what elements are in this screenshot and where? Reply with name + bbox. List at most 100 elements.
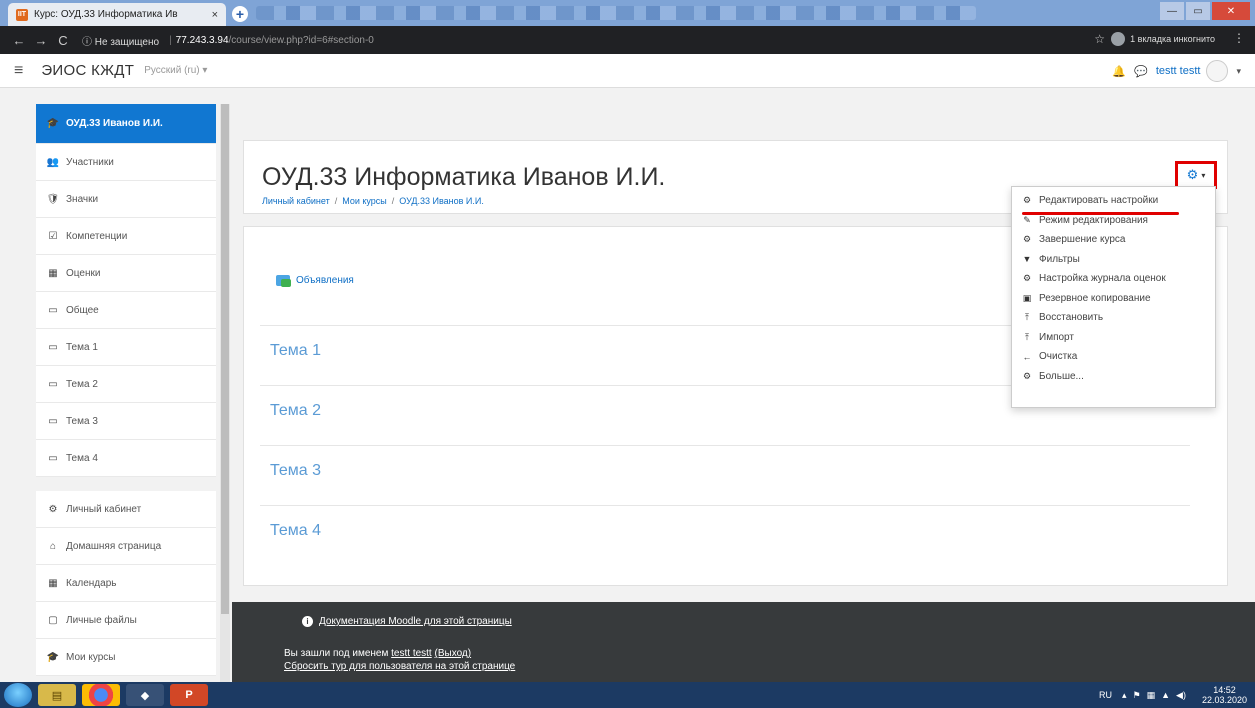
security-indicator[interactable]: ⓘ Не защищено [82,33,159,48]
app-icon[interactable]: ◆ [126,684,164,706]
bell-icon[interactable]: 🔔 [1112,65,1126,78]
info-icon: i [302,616,313,627]
drawer-item-2[interactable]: 🛡 Значки [36,181,216,218]
reset-tour-row: Сбросить тур для пользователя на этой ст… [284,661,515,672]
drawer-item-4[interactable]: ▦ Оценки [36,255,216,292]
url-host: 77.243.3.94 [175,34,229,46]
drawer-site-item-label: Личный кабинет [66,503,142,515]
drawer-item-label: Значки [66,193,99,205]
reset-tour-link[interactable]: Сбросить тур для пользователя на этой ст… [284,661,515,672]
drawer-scrollbar[interactable] [220,104,230,684]
flag-icon[interactable]: ⚑ [1133,690,1141,701]
user-menu-name[interactable]: testt testt [1156,65,1201,77]
breadcrumb-my-courses[interactable]: Мои курсы [342,196,387,206]
announcements-link[interactable]: Объявления [276,275,354,287]
drawer-item-9[interactable]: ▭ Тема 4 [36,440,216,477]
browser-tab[interactable]: IIT Курс: ОУД.33 Информатика Ив × [8,3,226,26]
clock[interactable]: 14:52 22.03.2020 [1202,685,1247,705]
breadcrumb-separator: / [391,196,395,206]
address-field[interactable]: ⓘ Не защищено | 77.243.3.94 /course/view… [82,33,374,48]
new-tab-button[interactable]: + [232,6,248,22]
clock-time: 14:52 [1213,685,1236,695]
maximize-button[interactable]: ▭ [1186,2,1210,20]
tab-title: Курс: ОУД.33 Информатика Ив [34,9,178,20]
drawer-item-6[interactable]: ▭ Тема 1 [36,329,216,366]
volume-icon[interactable]: ◀) [1176,690,1186,701]
browser-menu-icon[interactable]: ⋮ [1233,31,1245,45]
gear-icon: ⚙ [1022,195,1032,206]
breadcrumb-dashboard[interactable]: Личный кабинет [262,196,330,206]
avatar[interactable] [1206,60,1229,82]
drawer-site-item-5[interactable]: 🎓 Мои курсы [36,639,216,676]
language-indicator[interactable]: RU [1099,690,1112,700]
menu-item-7[interactable]: ⤒ Восстановить [1012,308,1215,328]
logged-in-prefix: Вы зашли под именем [284,648,392,659]
menu-item-8[interactable]: ⤒ Импорт [1012,328,1215,348]
import-icon: ⤒ [1025,331,1029,342]
drawer-item-label: Общее [66,304,99,316]
network-icon[interactable]: ▦ [1147,690,1156,701]
language-selector[interactable]: Русский (ru) ▾ [144,65,207,76]
tray-expand-icon[interactable]: ▴ [1122,690,1127,701]
chrome-icon[interactable] [82,684,120,706]
drawer-site-item-3[interactable]: ▦ Календарь [36,565,216,602]
user-nav: 🔔 💬 testt testt ▾ [1112,60,1241,82]
folder-icon: ▭ [48,341,58,353]
minimize-button[interactable]: — [1160,2,1184,20]
message-icon[interactable]: 💬 [1134,65,1148,78]
menu-item-3[interactable]: ⚙ Завершение курса [1012,230,1215,250]
folder-icon: ▭ [48,452,58,464]
section-title[interactable]: Тема 4 [270,522,321,540]
scrollbar-thumb[interactable] [221,104,229,614]
gear-icon: ⚙ [1022,370,1032,381]
drawer-item-8[interactable]: ▭ Тема 3 [36,403,216,440]
reload-button[interactable]: C [52,33,74,48]
drawer-item-3[interactable]: ☑ Компетенции [36,218,216,255]
section-title[interactable]: Тема 3 [270,462,321,480]
course-actions-menu: ⚙ Редактировать настройки ✎ Режим редактиро… [1011,186,1216,408]
powerpoint-icon[interactable]: P [170,684,208,706]
signal-icon[interactable]: ▲ [1161,690,1170,700]
course-actions-button[interactable]: ⚙ ▾ [1175,161,1217,189]
drawer-site-item-2[interactable]: ⌂ Домашняя страница [36,528,216,565]
menu-item-10[interactable]: ⚙ Больше... [1012,367,1215,387]
section-title[interactable]: Тема 2 [270,402,321,420]
moodle-docs-link[interactable]: Документация Moodle для этой страницы [319,616,512,627]
drawer-site-item-1[interactable]: ⚙ Личный кабинет [36,491,216,528]
announcements-label: Объявления [296,275,354,286]
drawer-item-1[interactable]: 👥 Участники [36,144,216,181]
gear-icon: ⚙ [1186,167,1199,182]
logout-link[interactable]: (Выход) [435,648,472,659]
menu-item-label: Редактировать настройки [1039,195,1159,207]
drawer-site-item-4[interactable]: ▢ Личные файлы [36,602,216,639]
menu-item-6[interactable]: ▣ Резервное копирование [1012,289,1215,309]
incognito-indicator[interactable]: 1 вкладка инкогнито [1111,32,1215,46]
file-explorer-icon[interactable]: ▤ [38,684,76,706]
menu-item-9[interactable]: ← Очистка [1012,347,1215,367]
system-tray: RU ▴ ⚑ ▦ ▲ ◀) 14:52 22.03.2020 [1099,685,1247,705]
breadcrumb-separator: / [334,196,338,206]
back-button[interactable]: ← [8,33,30,48]
hamburger-menu-icon[interactable]: ≡ [14,62,23,80]
site-brand[interactable]: ЭИОС КЖДТ [41,62,134,79]
start-button[interactable] [4,683,32,707]
drawer-item-5[interactable]: ▭ Общее [36,292,216,329]
drawer-item-label: Участники [66,156,114,168]
window-close-button[interactable]: ✕ [1212,2,1250,20]
menu-item-1[interactable]: ⚙ Редактировать настройки [1012,191,1215,211]
caret-down-icon[interactable]: ▾ [1236,66,1241,77]
tab-close-icon[interactable]: × [212,9,218,21]
dashboard-icon: ⚙ [48,503,58,515]
drawer-item-7[interactable]: ▭ Тема 2 [36,366,216,403]
menu-item-4[interactable]: ▼ Фильтры [1012,250,1215,270]
bookmark-star-icon[interactable]: ☆ [1094,32,1105,46]
section-title[interactable]: Тема 1 [270,342,321,360]
drawer-item-course[interactable]: 🎓 ОУД.33 Иванов И.И. [36,104,216,144]
forward-button[interactable]: → [30,33,52,48]
badge-icon: 🛡 [46,193,60,205]
profile-link[interactable]: testt testt [391,648,432,659]
drawer-site-item-label: Домашняя страница [66,540,162,552]
drawer-item-label: Тема 2 [66,378,98,390]
menu-item-5[interactable]: ⚙ Настройка журнала оценок [1012,269,1215,289]
breadcrumb-course[interactable]: ОУД.33 Иванов И.И. [399,196,484,206]
